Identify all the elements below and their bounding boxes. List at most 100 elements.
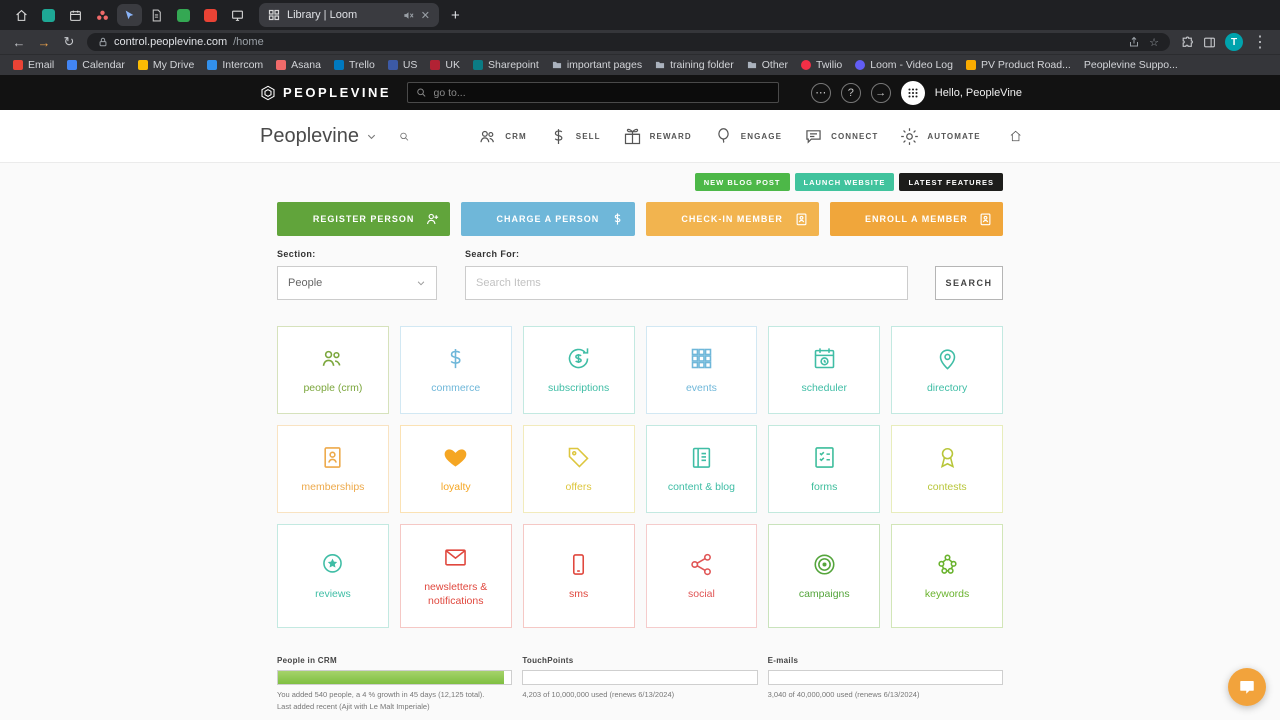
nav-item-connect[interactable]: CONNECT bbox=[803, 126, 878, 147]
check-in-member-button[interactable]: CHECK-IN MEMBER bbox=[645, 202, 819, 236]
url-bar[interactable]: control.peoplevine.com/home ☆ bbox=[87, 33, 1170, 51]
bookmark-trello[interactable]: Trello bbox=[333, 59, 375, 71]
tab-close-icon[interactable]: ✕ bbox=[421, 9, 430, 22]
share-icon[interactable] bbox=[1128, 36, 1140, 48]
nav-search-icon[interactable] bbox=[399, 128, 409, 145]
section-dropdown[interactable]: People bbox=[277, 266, 437, 300]
peoplevine-logo[interactable]: PEOPLEVINE bbox=[260, 85, 391, 101]
new-tab-button[interactable]: + bbox=[451, 7, 460, 24]
tile-campaigns[interactable]: campaigns bbox=[768, 524, 881, 628]
company-switcher[interactable]: Peoplevine bbox=[260, 125, 377, 148]
tile-content-blog[interactable]: content & blog bbox=[645, 425, 758, 513]
latest-features-button[interactable]: LATEST FEATURES bbox=[899, 173, 1003, 191]
tile-subscriptions[interactable]: subscriptions bbox=[522, 326, 635, 414]
tile-commerce[interactable]: commerce bbox=[399, 326, 512, 414]
active-tab[interactable]: Library | Loom ✕ bbox=[259, 3, 439, 27]
search-items-input[interactable] bbox=[476, 277, 897, 289]
search-button[interactable]: SEARCH bbox=[935, 266, 1003, 300]
star-icon[interactable]: ☆ bbox=[1149, 36, 1159, 49]
global-search-box[interactable] bbox=[407, 82, 780, 103]
bookmark-loom-video-log[interactable]: Loom - Video Log bbox=[855, 59, 953, 71]
document-icon bbox=[152, 9, 161, 21]
pinned-tab-gmail[interactable] bbox=[198, 4, 223, 26]
tab-favicon-grid-icon bbox=[268, 9, 280, 21]
tile-loyalty[interactable]: loyalty bbox=[399, 425, 512, 513]
sidebar-panel-icon[interactable] bbox=[1203, 36, 1216, 49]
tile-offers[interactable]: offers bbox=[522, 425, 635, 513]
enroll-a-member-button[interactable]: ENROLL A MEMBER bbox=[829, 202, 1003, 236]
tile-contests[interactable]: contests bbox=[891, 425, 1003, 513]
charge-a-person-button[interactable]: CHARGE A PERSON bbox=[461, 202, 635, 236]
bookmark-peoplevine-support[interactable]: Peoplevine Suppo... bbox=[1084, 59, 1178, 71]
bookmark-twilio[interactable]: Twilio bbox=[801, 59, 842, 71]
help-icon[interactable]: ? bbox=[840, 82, 861, 103]
tile-forms[interactable]: forms bbox=[768, 425, 881, 513]
tab-mute-icon[interactable] bbox=[403, 10, 414, 21]
tile-social[interactable]: social bbox=[645, 524, 758, 628]
roadmap-favicon bbox=[965, 60, 976, 70]
bookmarks-bar: Email Calendar My Drive Intercom Asana T… bbox=[0, 54, 1280, 75]
gear-icon bbox=[901, 127, 919, 145]
pinned-tab-asana[interactable] bbox=[90, 4, 115, 26]
balloon-icon bbox=[718, 127, 729, 143]
nav-item-crm[interactable]: CRM bbox=[477, 126, 527, 147]
crm-progress-fill bbox=[278, 671, 505, 684]
tile-events[interactable]: events bbox=[645, 326, 758, 414]
tile-reviews[interactable]: reviews bbox=[277, 524, 389, 628]
nav-item-reward[interactable]: REWARD bbox=[622, 126, 692, 147]
tile-keywords[interactable]: keywords bbox=[891, 524, 1003, 628]
pinned-tab-home[interactable] bbox=[9, 4, 34, 26]
profile-avatar[interactable]: T bbox=[1225, 33, 1243, 51]
extensions-puzzle-icon[interactable] bbox=[1181, 36, 1194, 49]
go-arrow-icon[interactable]: → bbox=[870, 82, 891, 103]
tile-scheduler[interactable]: scheduler bbox=[768, 326, 881, 414]
nav-item-sell[interactable]: SELL bbox=[548, 126, 601, 147]
bookmark-sharepoint[interactable]: Sharepoint bbox=[473, 59, 539, 71]
notebook-icon bbox=[692, 447, 711, 468]
apps-grid-icon[interactable] bbox=[900, 80, 925, 105]
pinned-tab-calendar[interactable] bbox=[63, 4, 88, 26]
tile-people-crm[interactable]: people (crm) bbox=[277, 326, 389, 414]
bookmark-us[interactable]: US bbox=[387, 59, 417, 71]
stat-line: You added 540 people, a 4 % growth in 45… bbox=[277, 690, 485, 699]
pinned-tab-cursor[interactable] bbox=[117, 4, 142, 26]
bookmark-training-folder[interactable]: training folder bbox=[655, 59, 734, 71]
bookmark-email[interactable]: Email bbox=[13, 59, 54, 71]
stat-people-in-crm: People in CRM You added 540 people, a 4 … bbox=[277, 656, 513, 712]
search-for-field: Search For: bbox=[465, 249, 908, 300]
tile-sms[interactable]: sms bbox=[522, 524, 635, 628]
intercom-launcher[interactable] bbox=[1228, 668, 1266, 706]
tile-newsletters-notifications[interactable]: newsletters & notifications bbox=[399, 524, 512, 628]
launch-website-button[interactable]: LAUNCH WEBSITE bbox=[794, 173, 895, 191]
pinned-tab-docs[interactable] bbox=[144, 4, 169, 26]
tile-memberships[interactable]: memberships bbox=[277, 425, 389, 513]
forward-button[interactable]: → bbox=[37, 35, 51, 50]
browser-menu-icon[interactable]: ⋮ bbox=[1252, 32, 1268, 52]
new-blog-post-button[interactable]: NEW BLOG POST bbox=[694, 173, 790, 191]
stat-line: Last added recent (Ajit with Le Malt Imp… bbox=[277, 701, 430, 711]
stat-line: 3,040 of 40,000,000 used (renews 6/13/20… bbox=[767, 690, 920, 699]
bookmark-my-drive[interactable]: My Drive bbox=[137, 59, 194, 71]
back-button[interactable]: ← bbox=[12, 35, 26, 50]
nav-item-engage[interactable]: ENGAGE bbox=[713, 126, 782, 147]
bookmark-asana[interactable]: Asana bbox=[276, 59, 321, 71]
register-person-button[interactable]: REGISTER PERSON bbox=[277, 202, 451, 236]
tag-icon bbox=[568, 447, 589, 468]
bookmark-uk[interactable]: UK bbox=[430, 59, 460, 71]
reload-button[interactable]: ↻ bbox=[62, 34, 76, 50]
more-options-icon[interactable]: ⋯ bbox=[810, 82, 831, 103]
bookmark-pv-product-roadmap[interactable]: PV Product Road... bbox=[965, 59, 1071, 71]
nav-item-automate[interactable]: AUTOMATE bbox=[899, 126, 980, 147]
global-search-input[interactable] bbox=[433, 86, 771, 99]
bookmark-calendar[interactable]: Calendar bbox=[67, 59, 125, 71]
pinned-tab-monitor[interactable] bbox=[225, 4, 250, 26]
home-icon[interactable] bbox=[1009, 125, 1022, 147]
bookmark-important-pages[interactable]: important pages bbox=[552, 59, 642, 71]
pinned-tab-chat[interactable] bbox=[36, 4, 61, 26]
browser-address-bar: ← → ↻ control.peoplevine.com/home ☆ T ⋮ bbox=[0, 30, 1280, 54]
primary-actions-row: REGISTER PERSON CHARGE A PERSON CHECK-IN… bbox=[277, 202, 1003, 236]
tile-directory[interactable]: directory bbox=[891, 326, 1003, 414]
pinned-tab-sheets[interactable] bbox=[171, 4, 196, 26]
bookmark-intercom[interactable]: Intercom bbox=[207, 59, 263, 71]
bookmark-other[interactable]: Other bbox=[747, 59, 788, 71]
